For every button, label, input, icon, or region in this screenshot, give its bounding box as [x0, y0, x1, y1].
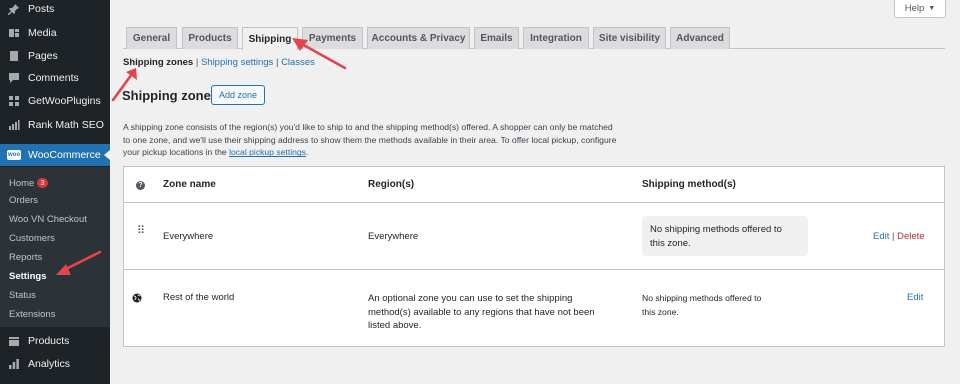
table-row: Rest of the world An optional zone you c…: [124, 270, 944, 346]
woocommerce-icon: woo: [7, 148, 21, 162]
zone-region: An optional zone you can use to set the …: [368, 292, 608, 333]
method-text: this zone.: [642, 306, 679, 317]
tab-accounts-privacy[interactable]: Accounts & Privacy: [367, 27, 470, 49]
header-regions: Region(s): [368, 179, 415, 190]
submenu-customers[interactable]: Customers: [9, 233, 55, 244]
menu-analytics-label: Analytics: [28, 358, 71, 370]
method-text: No shipping methods offered to: [650, 224, 782, 235]
drag-handle-icon[interactable]: ⠿: [137, 226, 145, 237]
page-description: A shipping zone consists of the region(s…: [123, 121, 683, 159]
chart-icon: [7, 118, 21, 132]
help-icon[interactable]: ?: [136, 181, 145, 190]
row-actions: Edit | Delete: [873, 231, 925, 242]
globe-icon: [132, 293, 142, 306]
settings-tabs: General Products Shipping Payments Accou…: [123, 27, 945, 50]
home-badge: 3: [37, 178, 48, 188]
region-text: An optional zone you can use to set the …: [368, 293, 573, 304]
tab-products[interactable]: Products: [182, 27, 238, 49]
submenu-orders[interactable]: Orders: [9, 195, 38, 206]
menu-posts[interactable]: Posts: [0, 0, 110, 20]
menu-products-label: Products: [28, 335, 70, 347]
pages-icon: [7, 49, 21, 63]
subnav-shipping-settings[interactable]: Shipping settings: [201, 57, 273, 68]
region-text: listed above.: [368, 320, 422, 331]
edit-link-label: Edit: [907, 292, 924, 303]
description-line: your pickup locations in the local picku…: [123, 146, 683, 159]
zone-name: Everywhere: [163, 231, 214, 242]
comments-icon: [7, 71, 21, 85]
tab-site-visibility[interactable]: Site visibility: [593, 27, 666, 49]
submenu-status[interactable]: Status: [9, 290, 36, 301]
description-line: A shipping zone consists of the region(s…: [123, 122, 613, 132]
menu-products[interactable]: Products: [0, 330, 110, 352]
help-button[interactable]: Help ▼: [894, 0, 946, 18]
submenu-reports[interactable]: Reports: [9, 252, 42, 263]
shipping-methods-box: No shipping methods offered to this zone…: [642, 216, 808, 256]
menu-woocommerce[interactable]: woo WooCommerce: [0, 144, 110, 166]
menu-analytics[interactable]: Analytics: [0, 353, 110, 375]
submenu-woo-vn-checkout[interactable]: Woo VN Checkout: [9, 214, 87, 225]
zone-name: Rest of the world: [163, 292, 235, 303]
description-text: your pickup locations in the: [123, 147, 230, 158]
pin-icon: [7, 2, 21, 16]
region-text: method(s) available to any regions that …: [368, 306, 595, 318]
description-text: .: [305, 147, 309, 158]
help-label: Help: [904, 3, 925, 14]
admin-sidebar: Posts Media Pages Comments GetWooPlugins…: [0, 0, 110, 384]
subnav-classes[interactable]: Classes: [281, 57, 315, 68]
tab-payments[interactable]: Payments: [302, 27, 363, 49]
method-text: this zone.: [650, 238, 691, 249]
menu-posts-label: Posts: [28, 3, 55, 15]
submenu-home-label: Home: [9, 178, 35, 189]
menu-woocommerce-label: WooCommerce: [28, 149, 101, 161]
submenu-home[interactable]: Home 3: [9, 178, 48, 189]
menu-rank-math-label: Rank Math SEO: [28, 119, 104, 131]
add-zone-button[interactable]: Add zone: [211, 85, 265, 105]
analytics-icon: [7, 357, 21, 371]
plugin-grid-icon: [7, 94, 21, 108]
tab-advanced[interactable]: Advanced: [670, 27, 730, 49]
menu-pages-label: Pages: [28, 50, 58, 62]
menu-pages[interactable]: Pages: [0, 45, 110, 67]
header-shipping-methods: Shipping method(s): [642, 179, 736, 190]
menu-getwooplugins-label: GetWooPlugins: [28, 95, 101, 107]
subnav-shipping-zones[interactable]: Shipping zones: [123, 57, 193, 68]
subnav-separator: |: [193, 57, 201, 68]
menu-comments[interactable]: Comments: [0, 67, 110, 89]
media-icon: [7, 26, 21, 40]
submenu-settings[interactable]: Settings: [9, 271, 46, 282]
tab-integration[interactable]: Integration: [523, 27, 589, 49]
menu-comments-label: Comments: [28, 72, 79, 84]
menu-rank-math-seo[interactable]: Rank Math SEO: [0, 114, 110, 136]
header-zone-name: Zone name: [163, 179, 216, 190]
zone-methods: No shipping methods offered to this zone…: [642, 292, 792, 319]
method-text: No shipping methods offered to: [642, 293, 762, 303]
local-pickup-settings-link[interactable]: local pickup settings: [229, 147, 306, 157]
table-header: ? Zone name Region(s) Shipping method(s): [124, 167, 944, 203]
table-row: ⠿ Everywhere Everywhere No shipping meth…: [124, 203, 944, 270]
action-separator: |: [892, 231, 895, 242]
submenu-extensions[interactable]: Extensions: [9, 309, 55, 320]
delete-link[interactable]: Delete: [897, 231, 924, 242]
menu-media[interactable]: Media: [0, 22, 110, 44]
woocommerce-submenu: Home 3 Orders Woo VN Checkout Customers R…: [0, 167, 110, 327]
menu-media-label: Media: [28, 27, 57, 39]
menu-getwooplugins[interactable]: GetWooPlugins: [0, 90, 110, 112]
tab-general[interactable]: General: [126, 27, 177, 49]
shipping-zones-table: ? Zone name Region(s) Shipping method(s)…: [123, 166, 945, 347]
description-line: to one zone, and we'll use their shippin…: [123, 134, 617, 145]
edit-link[interactable]: Edit: [907, 292, 923, 303]
tab-shipping[interactable]: Shipping: [242, 27, 298, 50]
woo-logo-text: woo: [7, 150, 21, 160]
products-icon: [7, 334, 21, 348]
subnav-separator: |: [273, 57, 282, 68]
shipping-subnav: Shipping zones | Shipping settings | Cla…: [123, 57, 315, 68]
chevron-down-icon: ▼: [928, 5, 936, 12]
tab-emails[interactable]: Emails: [474, 27, 519, 49]
edit-link[interactable]: Edit: [873, 231, 889, 242]
help-icon-glyph: ?: [136, 181, 145, 190]
zone-region: Everywhere: [368, 231, 419, 242]
page-title: Shipping zones: [122, 88, 219, 103]
